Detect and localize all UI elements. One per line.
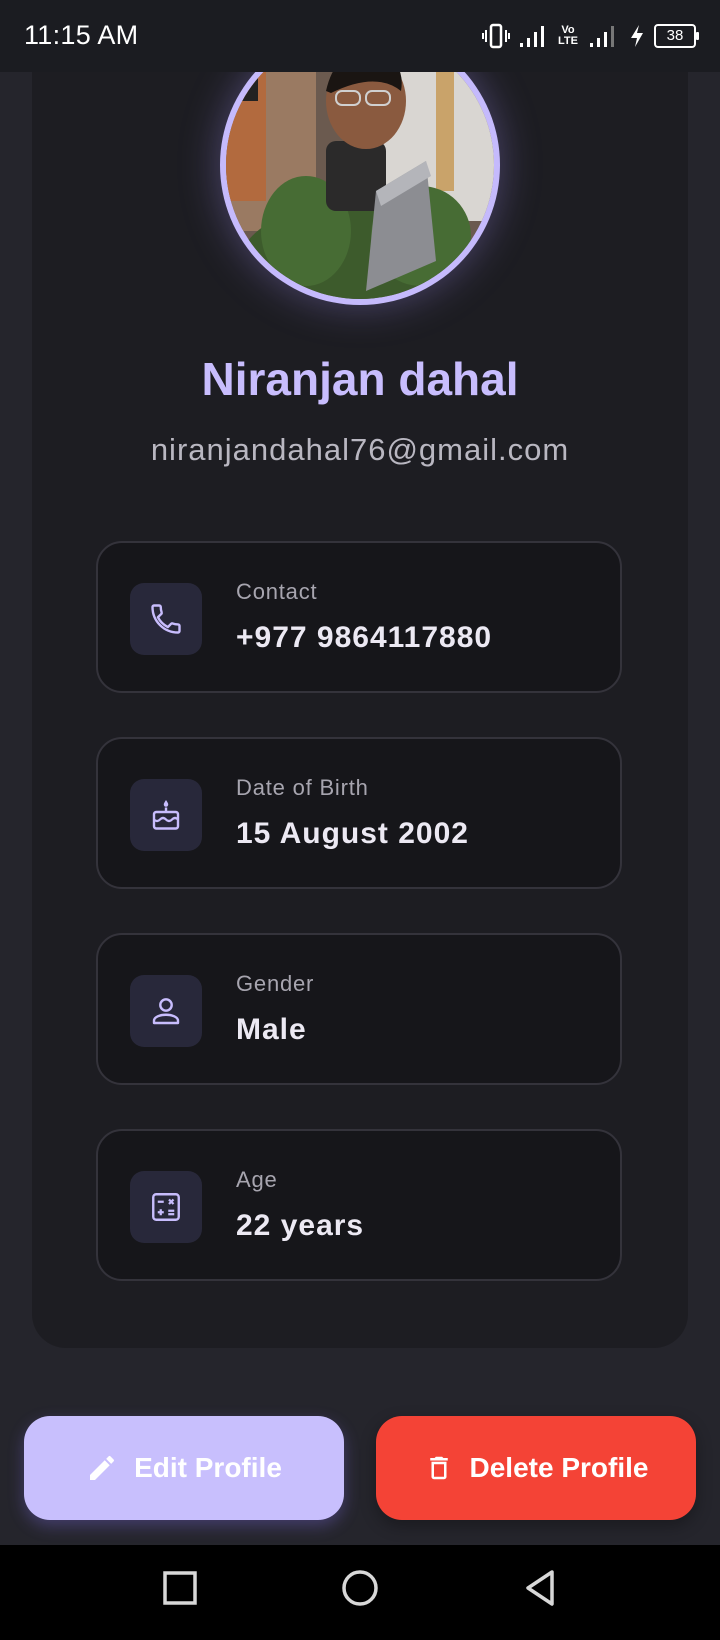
delete-profile-label: Delete Profile <box>469 1452 649 1483</box>
cake-icon <box>130 779 202 851</box>
gender-value: Male <box>236 1013 307 1046</box>
status-bar: 11:15 AM Vo LTE 38 <box>0 0 720 72</box>
age-value: 22 years <box>236 1209 365 1242</box>
recents-icon[interactable] <box>160 1568 200 1608</box>
home-icon[interactable] <box>340 1568 380 1608</box>
age-card: Age 22 years <box>96 1129 622 1281</box>
battery-level: 38 <box>654 24 699 48</box>
contact-card: Contact +977 9864117880 <box>96 541 622 693</box>
signal-icon-2 <box>590 26 614 47</box>
status-time: 11:15 AM <box>24 20 139 50</box>
charging-icon <box>631 25 643 47</box>
dob-card: Date of Birth 15 August 2002 <box>96 737 622 889</box>
delete-profile-button[interactable]: Delete Profile <box>376 1416 696 1520</box>
back-icon[interactable] <box>520 1568 560 1608</box>
status-icons: Vo LTE 38 <box>482 20 699 52</box>
phone-icon <box>130 583 202 655</box>
dob-label: Date of Birth <box>236 775 369 800</box>
gender-label: Gender <box>236 971 315 996</box>
person-icon <box>130 975 202 1047</box>
contact-label: Contact <box>236 579 318 604</box>
contact-value: +977 9864117880 <box>236 621 493 654</box>
age-label: Age <box>236 1167 278 1192</box>
vibrate-icon <box>482 23 510 49</box>
trash-icon <box>429 1456 448 1480</box>
volte-label: Vo LTE <box>558 24 578 47</box>
signal-icon <box>520 26 544 47</box>
pencil-icon <box>90 1455 115 1480</box>
calculator-icon <box>130 1171 202 1243</box>
edit-profile-button[interactable]: Edit Profile <box>24 1416 344 1520</box>
profile-name: Niranjan dahal <box>201 353 519 405</box>
gender-card: Gender Male <box>96 933 622 1085</box>
edit-profile-label: Edit Profile <box>134 1452 282 1483</box>
profile-email: niranjandahal76@gmail.com <box>150 432 570 467</box>
dob-value: 15 August 2002 <box>236 817 469 850</box>
